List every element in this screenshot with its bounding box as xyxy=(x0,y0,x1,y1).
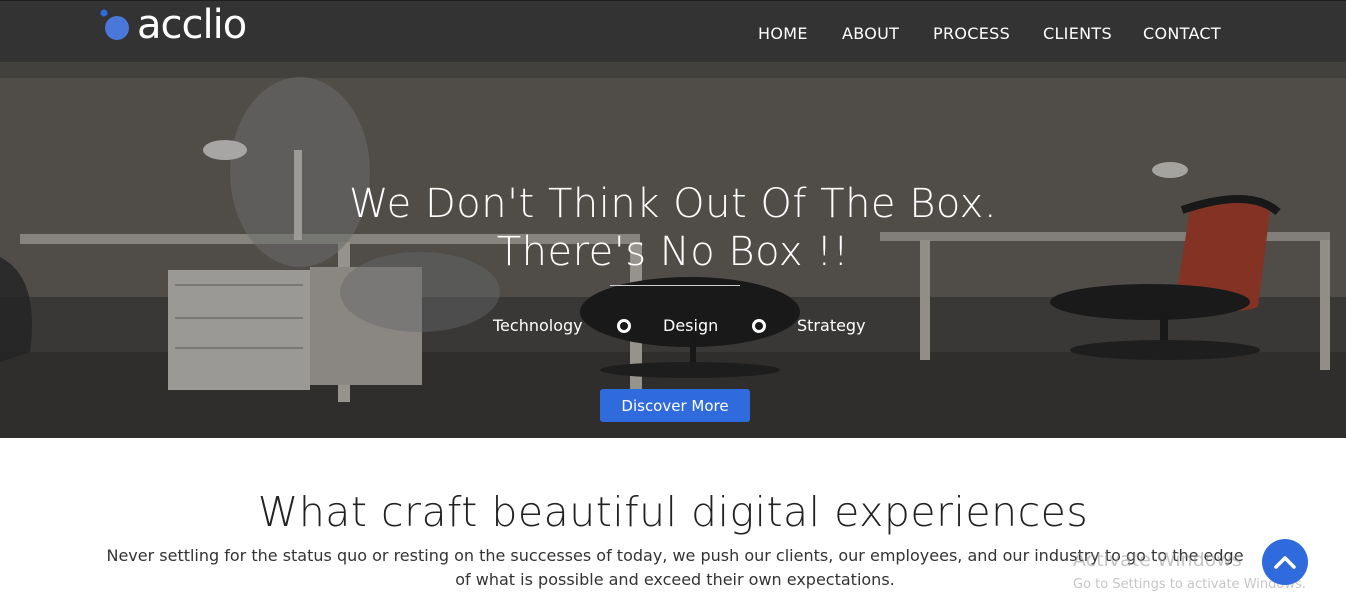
discover-more-button[interactable]: Discover More xyxy=(600,389,750,422)
main-nav: HOME ABOUT PROCESS CLIENTS CONTACT xyxy=(0,23,1346,45)
nav-home[interactable]: HOME xyxy=(758,23,808,45)
nav-contact[interactable]: CONTACT xyxy=(1143,23,1221,45)
chevron-up-icon xyxy=(1274,556,1296,569)
hero-title-line-2: There's No Box !! xyxy=(496,229,850,275)
nav-about[interactable]: ABOUT xyxy=(842,23,899,45)
tag-design: Design xyxy=(663,316,719,335)
hero-banner: We Don't Think Out Of The Box. There's N… xyxy=(0,62,1346,438)
scroll-to-top-button[interactable] xyxy=(1262,539,1308,585)
hero-divider xyxy=(610,285,740,286)
navbar: acclio HOME ABOUT PROCESS CLIENTS CONTAC… xyxy=(0,0,1346,62)
ring-separator-icon xyxy=(752,319,766,333)
hero-title: We Don't Think Out Of The Box. There's N… xyxy=(0,180,1346,276)
nav-process[interactable]: PROCESS xyxy=(933,23,1010,45)
section-title: What craft beautiful digital experiences xyxy=(257,488,1089,536)
tag-strategy: Strategy xyxy=(797,316,866,335)
ring-separator-icon xyxy=(617,319,631,333)
nav-clients[interactable]: CLIENTS xyxy=(1043,23,1112,45)
hero-title-line-1: We Don't Think Out Of The Box. xyxy=(348,181,998,227)
tag-technology: Technology xyxy=(493,316,583,335)
